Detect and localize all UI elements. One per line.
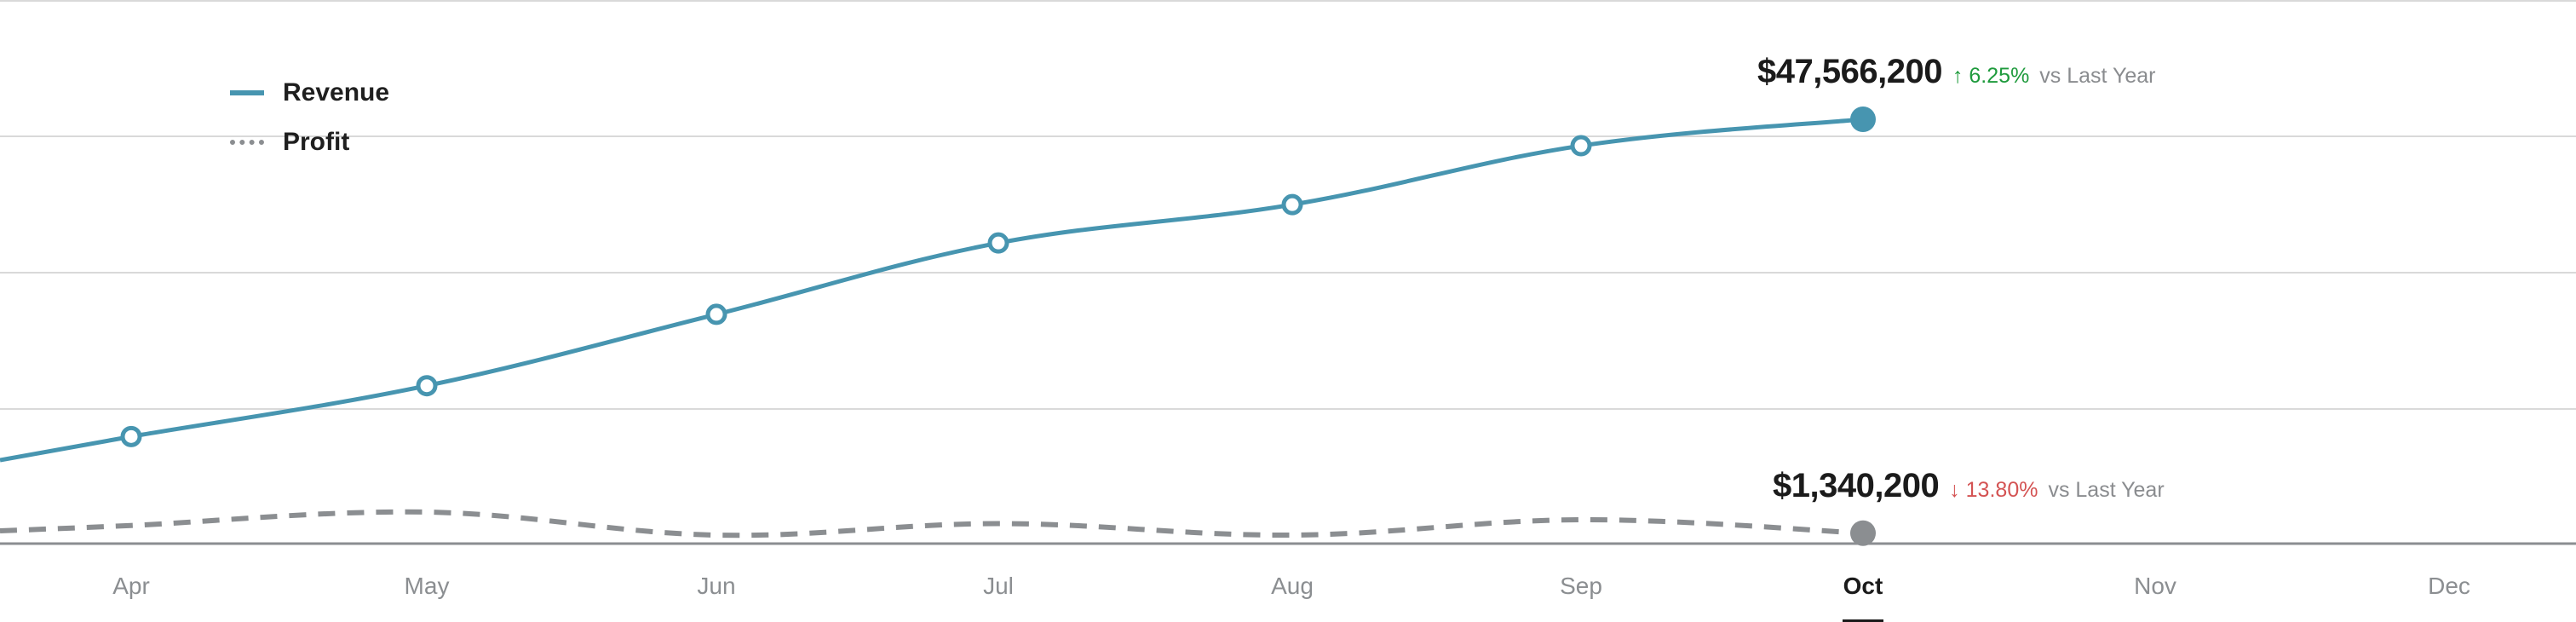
revenue-point[interactable]	[120, 425, 142, 447]
x-tick-label-jul[interactable]: Jul	[983, 573, 1014, 600]
revenue-change: ↑ 6.25%	[1952, 64, 2029, 89]
revenue-point[interactable]	[1281, 193, 1303, 216]
x-tick-label-may[interactable]: May	[405, 573, 450, 600]
revenue-line-swatch-icon	[230, 90, 264, 95]
arrow-up-icon: ↑	[1952, 64, 1964, 88]
profit-series	[0, 509, 1876, 546]
profit-latest-value: $1,340,200	[1773, 467, 1940, 504]
revenue-latest-value: $47,566,200	[1757, 53, 1942, 90]
profit-comparison-label: vs Last Year	[2048, 478, 2165, 502]
revenue-change-pct: 6.25%	[1969, 64, 2030, 88]
chart-legend: Revenue Profit	[230, 68, 389, 167]
revenue-point[interactable]	[1570, 135, 1592, 157]
x-tick-label-nov[interactable]: Nov	[2134, 573, 2176, 600]
x-tick-label-jun[interactable]: Jun	[697, 573, 735, 600]
legend-item-profit[interactable]: Profit	[230, 118, 389, 167]
x-tick-label-apr[interactable]: Apr	[112, 573, 150, 600]
revenue-latest-point[interactable]	[1850, 107, 1876, 132]
profit-change-pct: 13.80%	[1965, 478, 2038, 502]
x-tick-label-sep[interactable]: Sep	[1560, 573, 1602, 600]
profit-line	[0, 509, 1864, 538]
revenue-point[interactable]	[416, 375, 438, 397]
x-tick-label-aug[interactable]: Aug	[1271, 573, 1314, 600]
revenue-point[interactable]	[705, 303, 727, 325]
profit-change: ↓ 13.80%	[1949, 478, 2038, 503]
revenue-point[interactable]	[987, 232, 1009, 254]
x-tick-label-dec[interactable]: Dec	[2428, 573, 2470, 600]
profit-callout: $1,340,200 ↓ 13.80% vs Last Year	[1773, 467, 2165, 505]
x-tick-label-oct[interactable]: Oct	[1843, 573, 1883, 600]
revenue-callout: $47,566,200 ↑ 6.25% vs Last Year	[1757, 53, 2156, 91]
revenue-comparison-label: vs Last Year	[2039, 64, 2156, 88]
profit-line-swatch-icon	[230, 140, 264, 145]
legend-item-revenue[interactable]: Revenue	[230, 68, 389, 118]
profit-latest-point[interactable]	[1850, 520, 1876, 546]
legend-label-revenue: Revenue	[283, 78, 390, 107]
arrow-down-icon: ↓	[1949, 478, 1960, 502]
legend-label-profit: Profit	[283, 128, 350, 156]
